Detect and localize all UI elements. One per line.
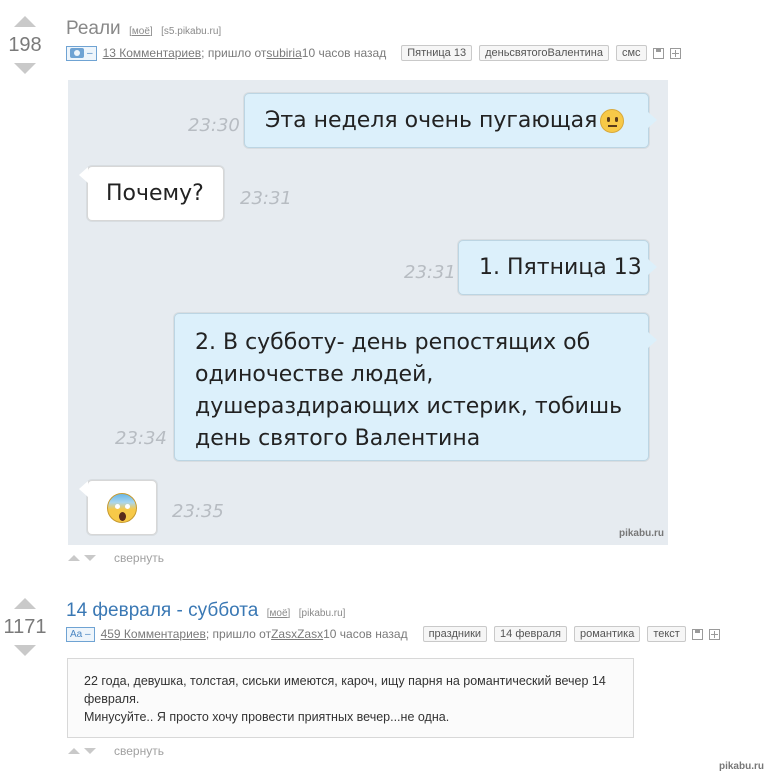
message-time: 23:30 — [188, 115, 240, 136]
message-bubble-outgoing: 2. В субботу- день репостящих об одиноче… — [174, 313, 657, 461]
message-text: 1. Пятница 13 — [479, 255, 642, 280]
pikabu-watermark: pikabu.ru — [618, 528, 664, 539]
message-bubble-incoming: Почему? — [79, 166, 224, 221]
camera-icon — [70, 48, 84, 58]
tag[interactable]: романтика — [573, 626, 641, 642]
message-time: 23:31 — [240, 188, 292, 209]
tag[interactable]: 14 февраля — [494, 626, 567, 642]
post-text-line: 22 года, девушка, толстая, сиськи имеютс… — [84, 674, 606, 706]
downvote-arrow-icon[interactable] — [14, 645, 36, 656]
collapse-link[interactable]: свернуть — [114, 744, 164, 758]
mine-link[interactable]: [моё] — [129, 26, 153, 37]
mine-link-label[interactable]: моё — [132, 26, 150, 37]
post-time: 10 часов назад — [301, 46, 387, 60]
upvote-small-icon[interactable] — [68, 555, 80, 561]
post-rating: 198 — [8, 34, 42, 56]
author-link[interactable]: subiria — [266, 46, 301, 60]
downvote-small-icon[interactable] — [84, 555, 96, 561]
message-time: 23:31 — [404, 262, 456, 283]
tag[interactable]: праздники — [422, 626, 488, 642]
post-title[interactable]: Реали — [66, 18, 121, 39]
title-line: 14 февраля - суббота [моё] [pikabu.ru] — [66, 600, 345, 622]
upvote-small-icon[interactable] — [68, 748, 80, 754]
message-text: 2. В субботу- день репостящих об одиноче… — [195, 330, 623, 451]
title-line: Реали [моё] [s5.pikabu.ru] — [66, 18, 221, 40]
post-domain: [s5.pikabu.ru] — [161, 26, 222, 37]
post-domain: [pikabu.ru] — [298, 608, 346, 619]
upvote-arrow-icon[interactable] — [14, 598, 36, 609]
collapse-link[interactable]: свернуть — [114, 551, 164, 565]
mine-link-label[interactable]: моё — [270, 608, 288, 619]
vote-block: 198 — [0, 16, 50, 74]
message-bubble-outgoing: 1. Пятница 13 — [458, 240, 657, 295]
message-time: 23:34 — [115, 428, 167, 449]
post-time: 10 часов назад — [323, 627, 408, 641]
post-meta: – 13 Комментариев ; пришло от subiria 10… — [66, 45, 681, 61]
post-type-badge[interactable]: – — [66, 45, 97, 61]
post-title[interactable]: 14 февраля - суббота — [66, 600, 258, 621]
vote-block: 1171 — [0, 598, 50, 656]
post-actions: свернуть — [68, 744, 164, 758]
post-rating: 1171 — [3, 616, 47, 638]
chat-screenshot-image: 23:30 Эта неделя очень пугающая .chat .b… — [68, 80, 668, 545]
post-type-badge[interactable]: Aa – — [66, 626, 95, 642]
post-actions: свернуть — [68, 551, 164, 565]
tag[interactable]: смс — [615, 45, 647, 61]
save-icon[interactable] — [652, 47, 664, 59]
type-badge-label: – — [87, 47, 93, 59]
pikabu-watermark: pikabu.ru — [718, 761, 764, 772]
author-link[interactable]: ZasxZasx — [271, 627, 323, 641]
save-icon[interactable] — [691, 628, 703, 640]
upvote-arrow-icon[interactable] — [14, 16, 36, 27]
screaming-face-emoji-icon — [107, 493, 137, 523]
neutral-face-emoji-icon — [600, 109, 624, 133]
tag[interactable]: Пятница 13 — [401, 45, 473, 61]
message-time: 23:35 — [172, 501, 224, 522]
message-bubble-incoming — [79, 480, 157, 535]
message-text: Эта неделя очень пугающая — [265, 108, 598, 133]
post-text: 22 года, девушка, толстая, сиськи имеютс… — [67, 658, 634, 738]
expand-plus-icon[interactable] — [708, 628, 720, 640]
post-text-line: Минусуйте.. Я просто хочу провести прият… — [84, 710, 450, 724]
from-prefix: ; пришло от — [201, 46, 267, 60]
tag[interactable]: текст — [647, 626, 686, 642]
mine-link[interactable]: [моё] — [267, 608, 291, 619]
downvote-arrow-icon[interactable] — [14, 63, 36, 74]
comments-link[interactable]: 13 Комментариев — [103, 46, 202, 60]
expand-plus-icon[interactable] — [669, 47, 681, 59]
tag[interactable]: деньсвятогоВалентина — [479, 45, 609, 61]
post-meta: Aa – 459 Комментариев ; пришло от ZasxZa… — [66, 626, 720, 642]
from-prefix: ; пришло от — [205, 627, 272, 641]
message-bubble-outgoing: Эта неделя очень пугающая — [244, 93, 657, 148]
downvote-small-icon[interactable] — [84, 748, 96, 754]
message-text: Почему? — [106, 181, 204, 206]
comments-link[interactable]: 459 Комментариев — [101, 627, 206, 641]
